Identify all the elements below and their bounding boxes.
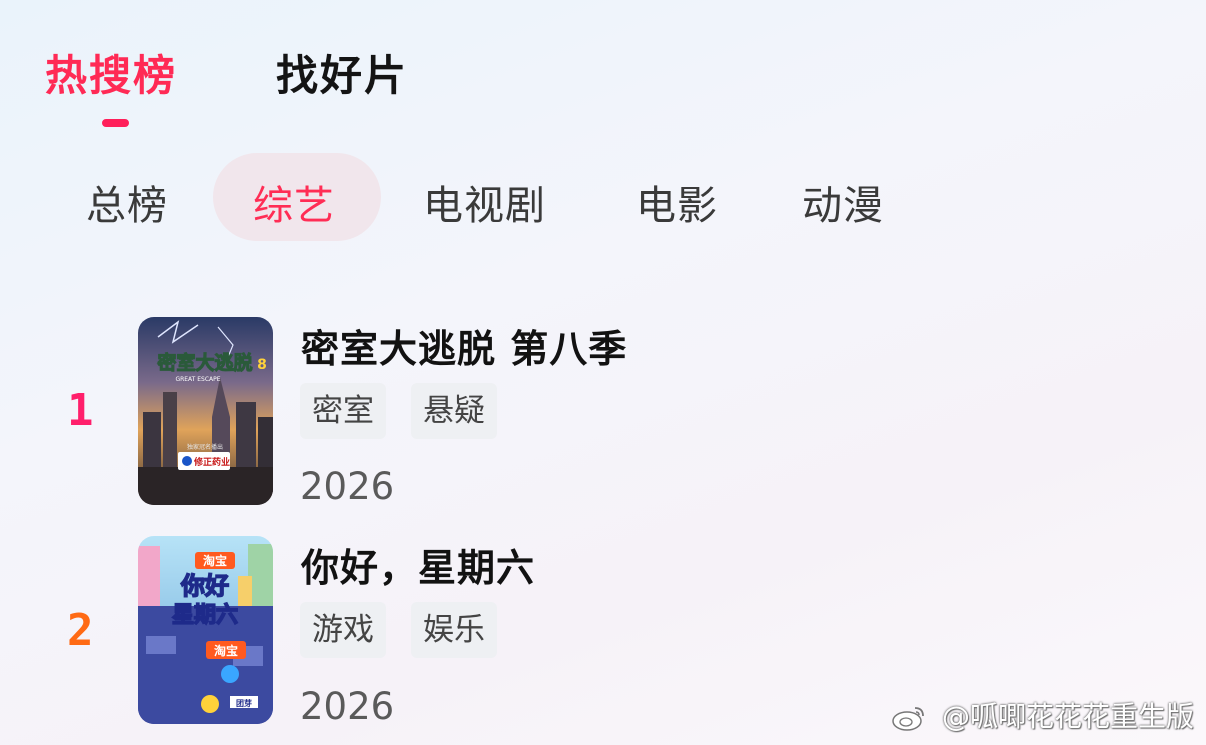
watermark-text: @呱唧花花花重生版 bbox=[941, 700, 1194, 733]
poster-english: GREAT ESCAPE bbox=[175, 376, 220, 383]
category-tab-variety[interactable]: 综艺 bbox=[253, 173, 335, 231]
category-tab-anime[interactable]: 动漫 bbox=[802, 173, 884, 231]
tag[interactable]: 悬疑 bbox=[411, 383, 497, 439]
active-tab-indicator bbox=[102, 119, 129, 127]
poster-brand-top: 淘宝 bbox=[203, 553, 227, 568]
tag[interactable]: 娱乐 bbox=[411, 602, 497, 658]
poster-title-line1: 你好 bbox=[180, 572, 229, 600]
rank-number: 1 bbox=[67, 385, 94, 436]
tag[interactable]: 密室 bbox=[300, 383, 386, 439]
item-title[interactable]: 你好，星期六 bbox=[301, 537, 535, 592]
poster-brand-mid: 淘宝 bbox=[214, 643, 238, 658]
poster-image[interactable]: 淘宝 你好 星期六 淘宝 团芽 bbox=[138, 536, 273, 724]
tab-find-good-movies[interactable]: 找好片 bbox=[276, 42, 408, 103]
item-year: 2026 bbox=[300, 685, 395, 728]
tab-hot-search[interactable]: 热搜榜 bbox=[45, 42, 177, 103]
watermark: @呱唧花花花重生版 bbox=[891, 695, 1194, 735]
category-tab-all[interactable]: 总榜 bbox=[86, 173, 168, 231]
poster-sponsor-caption: 独家冠名播出 bbox=[187, 443, 223, 451]
poster-image[interactable]: 密室大逃脱 8 GREAT ESCAPE 独家冠名播出 修正药业 bbox=[138, 317, 273, 505]
poster-sponsor: 修正药业 bbox=[193, 456, 230, 468]
poster-title-line2: 星期六 bbox=[172, 603, 238, 628]
category-tab-tv[interactable]: 电视剧 bbox=[423, 173, 546, 231]
item-title[interactable]: 密室大逃脱 第八季 bbox=[301, 318, 627, 373]
poster-season-mark: 8 bbox=[257, 357, 267, 373]
poster-title-art: 密室大逃脱 bbox=[157, 351, 252, 374]
item-year: 2026 bbox=[300, 465, 395, 508]
rank-number: 2 bbox=[67, 605, 94, 656]
category-tab-movie[interactable]: 电影 bbox=[636, 173, 718, 231]
poster-logo: 团芽 bbox=[236, 698, 252, 708]
weibo-icon bbox=[892, 707, 924, 731]
tag[interactable]: 游戏 bbox=[300, 602, 386, 658]
